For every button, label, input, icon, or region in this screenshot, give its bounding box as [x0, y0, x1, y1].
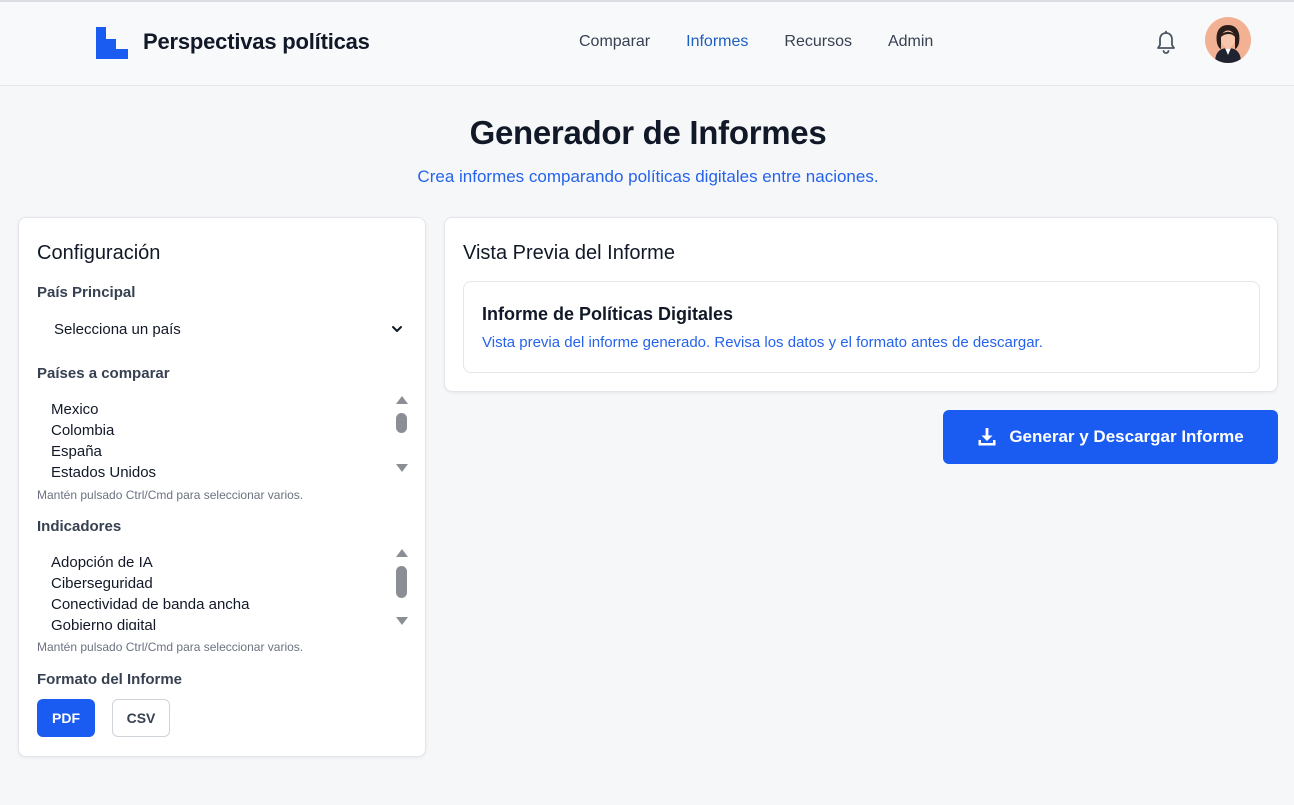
format-pdf-button[interactable]: PDF: [37, 699, 95, 737]
format-csv-button[interactable]: CSV: [112, 699, 170, 737]
main-country-label: País Principal: [37, 284, 136, 301]
indicators-listbox[interactable]: Adopción de IA Ciberseguridad Conectivid…: [37, 542, 411, 630]
download-icon: [978, 428, 996, 446]
page-subtitle: Crea informes comparando políticas digit…: [417, 167, 879, 186]
scroll-up-arrow-icon[interactable]: [395, 548, 409, 558]
indicator-option-broadband[interactable]: Conectividad de banda ancha: [51, 596, 250, 613]
compare-countries-label: Países a comparar: [37, 365, 170, 382]
bell-icon[interactable]: [1154, 30, 1178, 56]
main-country-select[interactable]: Selecciona un país: [37, 314, 411, 348]
chevron-down-icon: [392, 326, 402, 332]
compare-countries-hint: Mantén pulsado Ctrl/Cmd para seleccionar…: [37, 488, 304, 502]
page-title: Generador de Informes: [469, 114, 827, 151]
configuration-panel: Configuración País Principal Selecciona …: [18, 217, 426, 757]
country-option-estados-unidos[interactable]: Estados Unidos: [51, 464, 156, 477]
scroll-down-arrow-icon[interactable]: [395, 616, 409, 626]
configuration-title: Configuración: [37, 242, 161, 264]
report-preview-panel: Vista Previa del Informe Informe de Polí…: [444, 217, 1278, 392]
indicator-option-digital-government[interactable]: Gobierno digital: [51, 617, 156, 630]
countries-scrollbar-thumb[interactable]: [396, 413, 407, 433]
compare-countries-listbox[interactable]: Mexico Colombia España Estados Unidos: [37, 389, 411, 477]
nav-admin[interactable]: Admin: [888, 33, 933, 51]
nav-informes[interactable]: Informes: [686, 33, 748, 51]
brand-name[interactable]: Perspectivas políticas: [143, 29, 370, 55]
indicators-hint: Mantén pulsado Ctrl/Cmd para seleccionar…: [37, 640, 304, 654]
report-description: Vista previa del informe generado. Revis…: [482, 334, 1043, 351]
indicators-label: Indicadores: [37, 518, 122, 535]
indicator-option-ai-adoption[interactable]: Adopción de IA: [51, 554, 153, 571]
country-option-mexico[interactable]: Mexico: [51, 401, 99, 418]
report-preview-content: Informe de Políticas Digitales Vista pre…: [463, 281, 1260, 373]
main-nav: Comparar Informes Recursos Admin: [579, 33, 933, 51]
scroll-down-arrow-icon[interactable]: [395, 463, 409, 473]
report-format-label: Formato del Informe: [37, 671, 183, 688]
country-option-colombia[interactable]: Colombia: [51, 422, 114, 439]
user-avatar[interactable]: [1205, 17, 1251, 63]
top-navbar: Perspectivas políticas Comparar Informes…: [0, 0, 1294, 86]
report-title: Informe de Políticas Digitales: [482, 304, 734, 324]
scroll-up-arrow-icon[interactable]: [395, 395, 409, 405]
indicator-option-cybersecurity[interactable]: Ciberseguridad: [51, 575, 153, 592]
logo-icon[interactable]: [96, 27, 128, 59]
nav-recursos[interactable]: Recursos: [784, 33, 852, 51]
report-preview-title: Vista Previa del Informe: [463, 242, 675, 264]
generate-download-label: Generar y Descargar Informe: [1009, 427, 1244, 446]
main-country-value: Selecciona un país: [54, 321, 181, 338]
country-option-espana[interactable]: España: [51, 443, 102, 460]
nav-comparar[interactable]: Comparar: [579, 33, 650, 51]
indicators-scrollbar-thumb[interactable]: [396, 566, 407, 598]
generate-download-button[interactable]: Generar y Descargar Informe: [943, 410, 1278, 464]
